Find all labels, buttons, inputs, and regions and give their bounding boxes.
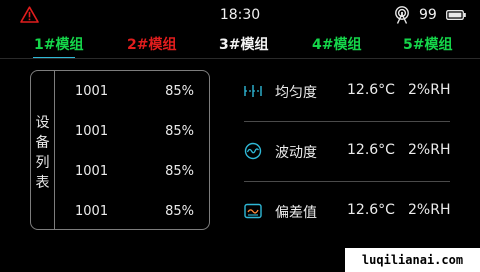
device-row[interactable]: 1001 85% [54,204,210,224]
stat-label: 偏差值 [275,205,317,221]
stat-row-fluctuation: 波动度 12.6°C 2%RH [242,130,452,170]
stat-label: 均匀度 [275,85,317,101]
stat-row-deviation: 偏差值 12.6°C 2%RH [242,190,452,230]
device-list-label-char: 列 [35,155,50,171]
tab-module-3[interactable]: 3#模组 [219,34,268,54]
device-id: 1001 [75,164,109,179]
stat-row-uniformity: 均匀度 12.6°C 2%RH [242,70,452,110]
device-id: 1001 [75,124,109,139]
stat-humidity: 2%RH [408,82,451,98]
stat-humidity: 2%RH [408,202,451,218]
device-row[interactable]: 1001 85% [54,124,210,144]
battery-icon [446,10,466,20]
fluctuation-icon [244,142,262,160]
stat-divider [244,181,450,182]
device-row[interactable]: 1001 85% [54,84,210,104]
status-bar: 18:30 99 [0,0,480,30]
tab-module-5[interactable]: 5#模组 [403,34,452,54]
device-row[interactable]: 1001 85% [54,164,210,184]
deviation-icon [244,203,262,219]
wireless-signal-icon [395,6,409,24]
device-value: 85% [165,164,194,179]
device-id: 1001 [75,84,109,99]
device-id: 1001 [75,204,109,219]
device-list-panel: 设 备 列 表 1001 85% 1001 85% 1001 85% 1001 … [30,70,210,230]
device-list-label-char: 设 [35,115,50,131]
tab-module-2[interactable]: 2#模组 [127,34,176,54]
device-value: 85% [165,124,194,139]
stat-divider [244,121,450,122]
stat-temperature: 12.6°C [347,82,395,98]
device-value: 85% [165,204,194,219]
device-list-label-char: 表 [35,175,50,191]
module-tabs: 1#模组 2#模组 3#模组 4#模组 5#模组 [0,32,480,59]
watermark: luqilianai.com [345,248,480,272]
tab-module-1[interactable]: 1#模组 [34,34,83,54]
device-value: 85% [165,84,194,99]
tabs-divider [0,58,480,59]
tab-module-4[interactable]: 4#模组 [312,34,361,54]
signal-count: 99 [419,7,437,23]
stat-label: 波动度 [275,145,317,161]
stat-temperature: 12.6°C [347,202,395,218]
uniformity-icon [244,85,262,97]
device-list-label: 设 备 列 表 [31,71,55,229]
stat-humidity: 2%RH [408,142,451,158]
stat-temperature: 12.6°C [347,142,395,158]
device-list-label-char: 备 [35,135,50,151]
